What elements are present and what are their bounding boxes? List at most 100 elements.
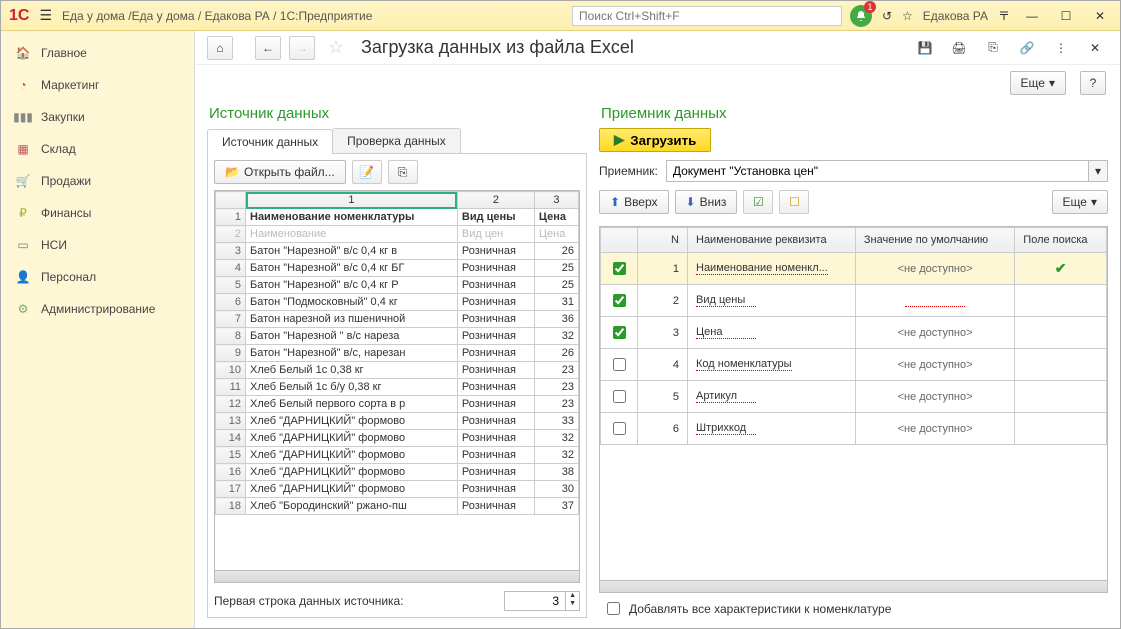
add-column-button[interactable]: ⎘ xyxy=(388,160,418,184)
window-title: Еда у дома /Еда у дома / Едакова РА / 1C… xyxy=(62,9,372,23)
source-row[interactable]: 13Хлеб "ДАРНИЦКИЙ" формовоРозничная33 xyxy=(216,413,579,430)
titlebar: 1C ☰ Еда у дома /Еда у дома / Едакова РА… xyxy=(1,1,1120,31)
edit-source-button[interactable]: 📝 xyxy=(352,160,382,184)
horizontal-scrollbar[interactable] xyxy=(214,571,580,583)
close-page-icon[interactable]: ✕ xyxy=(1082,36,1108,60)
more-button-label: Еще xyxy=(1021,76,1045,90)
dest-row-checkbox[interactable] xyxy=(613,358,626,371)
source-row[interactable]: 6Батон "Подмосковный" 0,4 кгРозничная31 xyxy=(216,294,579,311)
source-row[interactable]: 18Хлеб "Бородинский" ржано-пшРозничная37 xyxy=(216,498,579,515)
first-row-spinner[interactable]: ▲▼ xyxy=(504,591,580,611)
dest-col-n[interactable]: N xyxy=(638,228,688,253)
source-row[interactable]: 17Хлеб "ДАРНИЦКИЙ" формовоРозничная30 xyxy=(216,481,579,498)
load-button[interactable]: ▶ Загрузить xyxy=(599,128,711,152)
source-panel-title: Источник данных xyxy=(209,105,587,122)
sidebar-item-nsi[interactable]: ▭НСИ xyxy=(1,229,194,261)
sidebar-item-finance[interactable]: ₽Финансы xyxy=(1,197,194,229)
print-icon[interactable]: 🖨 xyxy=(946,36,972,60)
window-minimize-icon[interactable]: — xyxy=(1020,4,1044,28)
dest-row[interactable]: 3 Цена <не доступно> xyxy=(601,317,1107,349)
boxes-icon: ▦ xyxy=(15,141,31,157)
help-button[interactable]: ? xyxy=(1080,71,1106,95)
export-icon[interactable]: ⎘ xyxy=(980,36,1006,60)
receiver-select[interactable] xyxy=(666,160,1088,182)
more-menu-icon[interactable]: ⋮ xyxy=(1048,36,1074,60)
receiver-dropdown-icon[interactable]: ▾ xyxy=(1088,160,1108,182)
open-file-button[interactable]: 📂 Открыть файл... xyxy=(214,160,346,184)
sidebar-item-label: НСИ xyxy=(41,238,67,252)
uncheck-all-button[interactable]: ☐ xyxy=(779,190,809,214)
source-row[interactable]: 10Хлеб Белый 1с 0,38 кгРозничная23 xyxy=(216,362,579,379)
nav-forward-button[interactable]: → xyxy=(289,36,315,60)
dest-horizontal-scrollbar[interactable] xyxy=(599,581,1108,593)
page-title: Загрузка данных из файла Excel xyxy=(361,37,634,58)
dest-row[interactable]: 6 Штрихкод <не доступно> xyxy=(601,413,1107,445)
window-maximize-icon[interactable]: ☐ xyxy=(1054,4,1078,28)
source-row[interactable]: 12Хлеб Белый первого сорта в рРозничная2… xyxy=(216,396,579,413)
source-row[interactable]: 7Батон нарезной из пшеничнойРозничная36 xyxy=(216,311,579,328)
dest-row-checkbox[interactable] xyxy=(613,294,626,307)
nav-back-button[interactable]: ← xyxy=(255,36,281,60)
menu-burger-icon[interactable]: ☰ xyxy=(39,7,52,24)
sidebar-item-personnel[interactable]: 👤Персонал xyxy=(1,261,194,293)
col-header-2[interactable]: 2 xyxy=(457,192,534,209)
save-icon[interactable]: 💾 xyxy=(912,36,938,60)
favorite-star-icon[interactable]: ☆ xyxy=(323,36,349,60)
arrow-up-icon: ⬆ xyxy=(610,195,620,209)
move-down-button[interactable]: ⬇ Вниз xyxy=(675,190,738,214)
dest-row[interactable]: 5 Артикул <не доступно> xyxy=(601,381,1107,413)
dest-row[interactable]: 1 Наименование номенкл... <не доступно> … xyxy=(601,253,1107,285)
add-all-characteristics-checkbox[interactable] xyxy=(607,602,620,615)
more-button[interactable]: Еще ▾ xyxy=(1010,71,1066,95)
first-row-input[interactable] xyxy=(505,592,565,610)
sidebar-item-marketing[interactable]: ◔Маркетинг xyxy=(1,69,194,101)
dest-row-checkbox[interactable] xyxy=(613,390,626,403)
source-row[interactable]: 8Батон "Нарезной " в/с нарезаРозничная32 xyxy=(216,328,579,345)
play-icon: ▶ xyxy=(614,132,624,148)
source-row[interactable]: 9Батон "Нарезной" в/с, нарезанРозничная2… xyxy=(216,345,579,362)
add-all-characteristics-label: Добавлять все характеристики к номенклат… xyxy=(629,602,891,616)
dest-col-search[interactable]: Поле поиска xyxy=(1015,228,1107,253)
global-search-input[interactable] xyxy=(572,6,842,26)
source-row[interactable]: 14Хлеб "ДАРНИЦКИЙ" формовоРозничная32 xyxy=(216,430,579,447)
dest-grid[interactable]: N Наименование реквизита Значение по умо… xyxy=(599,226,1108,581)
sidebar-item-main[interactable]: 🏠Главное xyxy=(1,37,194,69)
source-row[interactable]: 4Батон "Нарезной" в/с 0,4 кг БГРозничная… xyxy=(216,260,579,277)
sidebar-item-warehouse[interactable]: ▦Склад xyxy=(1,133,194,165)
dest-col-default[interactable]: Значение по умолчанию xyxy=(855,228,1014,253)
sidebar-item-sales[interactable]: 🛒Продажи xyxy=(1,165,194,197)
link-icon[interactable]: 🔗 xyxy=(1014,36,1040,60)
dest-row-checkbox[interactable] xyxy=(613,422,626,435)
source-row[interactable]: 16Хлеб "ДАРНИЦКИЙ" формовоРозничная38 xyxy=(216,464,579,481)
star-icon[interactable]: ☆ xyxy=(902,9,913,23)
move-up-button[interactable]: ⬆ Вверх xyxy=(599,190,669,214)
dest-col-name[interactable]: Наименование реквизита xyxy=(688,228,856,253)
col-header-1[interactable]: 1 xyxy=(246,192,458,209)
spin-up-icon[interactable]: ▲ xyxy=(566,592,579,600)
tab-source-data[interactable]: Источник данных xyxy=(207,129,333,154)
source-grid[interactable]: 1 2 3 1Наименование номенклатурыВид цены… xyxy=(214,190,580,571)
source-row[interactable]: 15Хлеб "ДАРНИЦКИЙ" формовоРозничная32 xyxy=(216,447,579,464)
dest-row-checkbox[interactable] xyxy=(613,326,626,339)
source-row[interactable]: 11Хлеб Белый 1с б/у 0,38 кгРозничная23 xyxy=(216,379,579,396)
dest-more-button[interactable]: Еще ▾ xyxy=(1052,190,1108,214)
dest-row[interactable]: 2 Вид цены xyxy=(601,285,1107,317)
window-close-icon[interactable]: ✕ xyxy=(1088,4,1112,28)
sidebar-item-admin[interactable]: ⚙Администрирование xyxy=(1,293,194,325)
source-row[interactable]: 5Батон "Нарезной" в/с 0,4 кг РРозничная2… xyxy=(216,277,579,294)
user-dropdown-icon[interactable]: 〒 xyxy=(998,7,1010,24)
user-name-label[interactable]: Едакова РА xyxy=(923,9,988,23)
col-header-3[interactable]: 3 xyxy=(534,192,578,209)
source-row[interactable]: 3Батон "Нарезной" в/с 0,4 кг вРозничная2… xyxy=(216,243,579,260)
dest-row[interactable]: 4 Код номенклатуры <не доступно> xyxy=(601,349,1107,381)
check-all-button[interactable]: ☑ xyxy=(743,190,773,214)
sidebar-item-purchases[interactable]: ▮▮▮Закупки xyxy=(1,101,194,133)
notifications-bell-icon[interactable]: 1 xyxy=(850,5,872,27)
chevron-down-icon: ▾ xyxy=(1049,76,1055,90)
history-icon[interactable]: ↺ xyxy=(882,9,892,23)
move-down-label: Вниз xyxy=(700,195,727,209)
spin-down-icon[interactable]: ▼ xyxy=(566,600,579,608)
tab-check-data[interactable]: Проверка данных xyxy=(332,128,461,153)
home-button[interactable]: ⌂ xyxy=(207,36,233,60)
dest-row-checkbox[interactable] xyxy=(613,262,626,275)
